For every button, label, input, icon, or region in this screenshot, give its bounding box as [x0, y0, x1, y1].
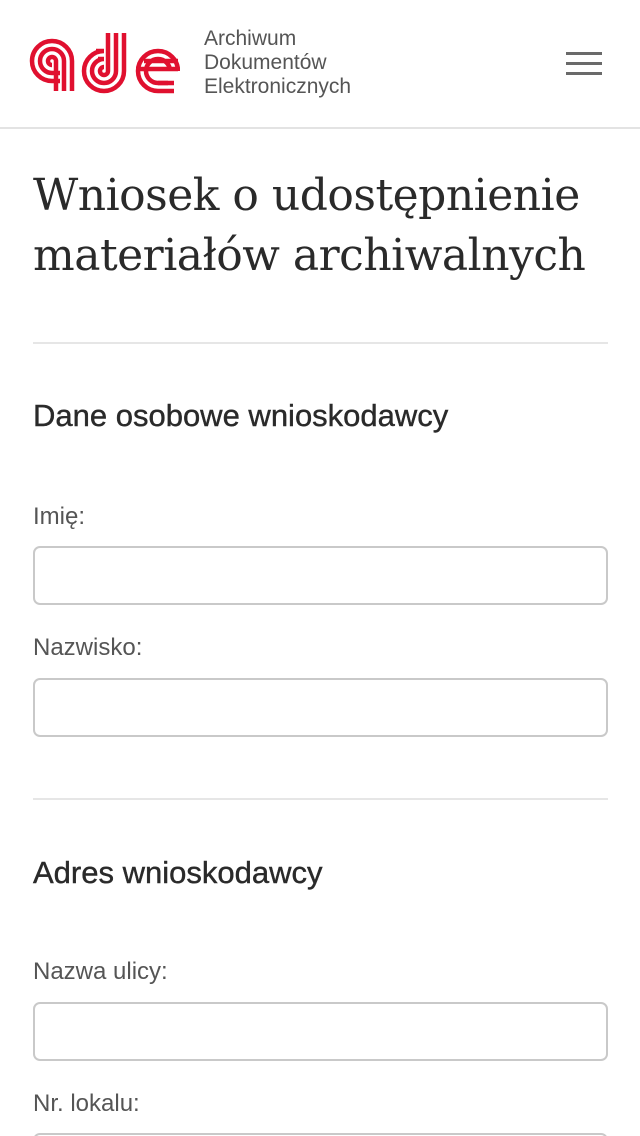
last-name-label: Nazwisko: — [33, 634, 143, 661]
section-divider — [33, 798, 608, 800]
menu-bar — [566, 62, 602, 65]
first-name-label: Imię: — [33, 503, 86, 530]
first-name-field[interactable] — [33, 546, 608, 605]
unit-number-label: Nr. lokalu: — [33, 1090, 140, 1117]
ade-logo[interactable] — [28, 27, 181, 95]
brand-line-3: Elektronicznych — [204, 75, 352, 98]
menu-bar — [566, 72, 602, 75]
brand-line-1: Archiwum — [204, 27, 297, 50]
street-name-field[interactable] — [33, 1002, 608, 1061]
last-name-field[interactable] — [33, 678, 608, 737]
section-heading-personal-data: Dane osobowe wnioskodawcy — [33, 398, 449, 433]
site-header: Archiwum Dokumentów Elektronicznych — [0, 0, 640, 129]
menu-bar — [566, 52, 602, 55]
section-heading-address: Adres wnioskodawcy — [33, 855, 323, 890]
ade-logo-mark — [29, 33, 181, 94]
street-name-label: Nazwa ulicy: — [33, 958, 168, 985]
hamburger-menu-icon[interactable] — [560, 50, 608, 80]
brand-line-2: Dokumentów — [204, 51, 327, 74]
page: Archiwum Dokumentów Elektronicznych Wnio… — [0, 0, 640, 1136]
brand-name: Archiwum Dokumentów Elektronicznych — [204, 27, 351, 99]
section-divider — [33, 342, 608, 344]
page-title: Wniosek o udostępnienie materiałów archi… — [33, 170, 586, 281]
